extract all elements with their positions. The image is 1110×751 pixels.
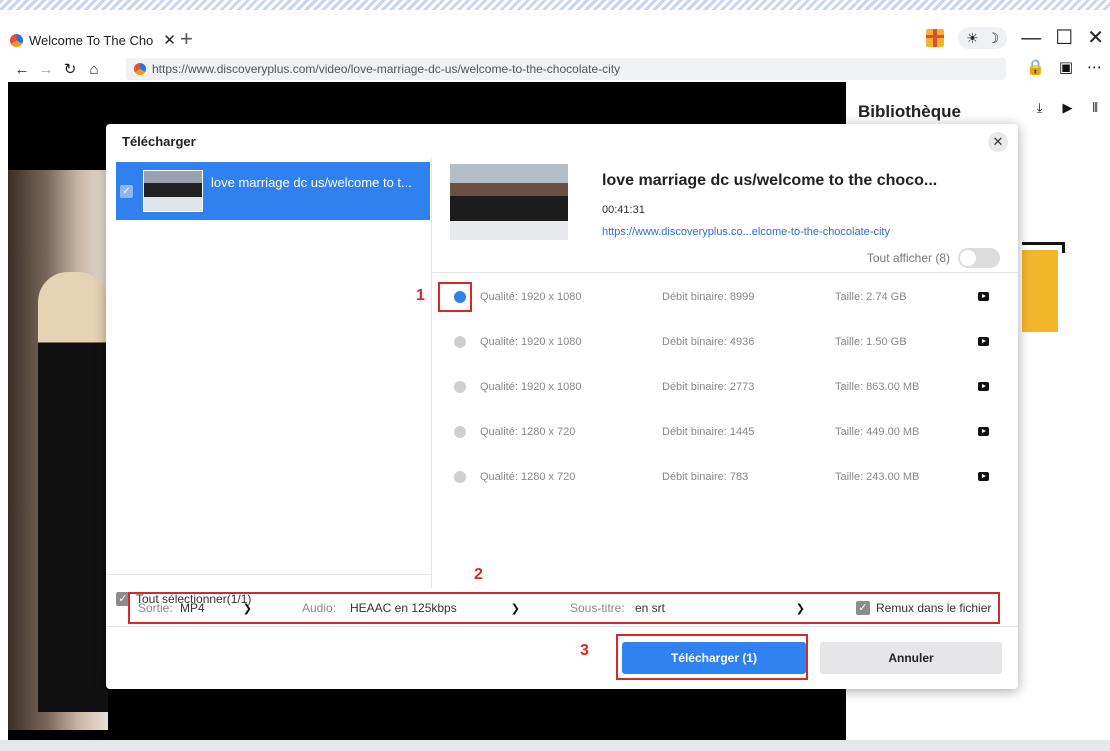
video-format-icon: [978, 472, 989, 481]
status-bar: [0, 740, 1110, 751]
video-format-icon: [978, 292, 989, 301]
quality-radio[interactable]: [454, 470, 466, 483]
bottom-divider: [106, 626, 1018, 627]
theme-toggle[interactable]: ☀ ☽: [958, 27, 1008, 49]
dialog-close-icon[interactable]: ✕: [988, 132, 1008, 152]
annotation-number-2: 2: [474, 566, 483, 583]
size-label: Taille: 243.00 MB: [835, 470, 920, 483]
library-title: Bibliothèque: [858, 102, 961, 121]
size-label: Taille: 863.00 MB: [835, 380, 920, 393]
quality-label: Qualité: 1280 x 720: [480, 425, 576, 438]
annotation-box-2: [128, 592, 1000, 624]
size-label: Taille: 1.50 GB: [835, 335, 907, 348]
video-format-icon: [978, 427, 989, 436]
quality-label: Qualité: 1280 x 720: [480, 470, 576, 483]
url-text: https://www.discoveryplus.com/video/love…: [152, 62, 621, 76]
annotation-number-1: 1: [416, 287, 425, 304]
address-actions: 🔒 ▣ ⋯: [1026, 58, 1102, 76]
quality-option-row[interactable]: Qualité: 1920 x 1080 Débit binaire: 8999 T…: [440, 274, 1010, 319]
download-tab-icon[interactable]: ⤓: [1037, 100, 1043, 116]
back-arrow-icon[interactable]: ←: [10, 61, 34, 78]
browser-tab[interactable]: Welcome To The Cho ✕: [10, 28, 176, 52]
tab-title: Welcome To The Cho: [29, 32, 154, 48]
site-favicon-icon: [10, 33, 23, 47]
maximize-icon[interactable]: ☐: [1055, 27, 1073, 49]
video-tab-icon[interactable]: ▶: [1063, 100, 1073, 116]
url-favicon-icon: [134, 63, 146, 75]
library-tabs: ⤓ ▶ ⫴: [1037, 100, 1098, 116]
left-divider: [106, 574, 432, 575]
url-field[interactable]: https://www.discoveryplus.com/video/love…: [126, 58, 1006, 80]
bitrate-label: Débit binaire: 783: [662, 470, 749, 483]
quality-option-row[interactable]: Qualité: 1920 x 1080 Débit binaire: 2773 T…: [440, 364, 1010, 409]
video-list-panel: ✓ love marriage dc us/welcome to t... ✓ …: [106, 158, 432, 606]
quality-list: Qualité: 1920 x 1080 Débit binaire: 8999 T…: [440, 274, 1010, 499]
sun-icon: ☀: [966, 30, 979, 46]
quality-option-row[interactable]: Qualité: 1920 x 1080 Débit binaire: 4936 T…: [440, 319, 1010, 364]
tab-close-icon[interactable]: ✕: [163, 31, 176, 49]
bitrate-label: Débit binaire: 4936: [662, 335, 755, 348]
item-checkbox[interactable]: ✓: [120, 184, 133, 198]
gift-icon[interactable]: [926, 29, 945, 47]
video-format-icon: [978, 337, 989, 346]
dialog-title: Télécharger: [122, 134, 196, 149]
lock-icon[interactable]: 🔒: [1026, 58, 1045, 76]
annotation-number-3: 3: [580, 642, 589, 659]
extension-icon[interactable]: ▣: [1059, 58, 1073, 76]
close-window-icon[interactable]: ✕: [1087, 27, 1104, 49]
head-divider: [432, 272, 1018, 273]
item-title: love marriage dc us/welcome to t...: [211, 174, 412, 190]
moon-icon: ☽: [986, 30, 1000, 46]
show-all-row: Tout afficher (8): [867, 248, 1000, 268]
detail-thumbnail: [450, 164, 568, 240]
video-list-item[interactable]: ✓ love marriage dc us/welcome to t...: [116, 162, 430, 220]
forward-arrow-icon[interactable]: →: [34, 61, 58, 78]
quality-option-row[interactable]: Qualité: 1280 x 720 Débit binaire: 1445 Ta…: [440, 409, 1010, 454]
show-all-label: Tout afficher (8): [866, 251, 950, 265]
quality-label: Qualité: 1920 x 1080: [480, 380, 582, 393]
show-all-toggle[interactable]: [958, 248, 1000, 268]
bitrate-label: Débit binaire: 1445: [662, 425, 755, 438]
size-label: Taille: 2.74 GB: [835, 290, 907, 303]
annotation-box-1: [438, 282, 472, 312]
size-label: Taille: 449.00 MB: [835, 425, 920, 438]
quality-label: Qualité: 1920 x 1080: [480, 335, 582, 348]
minimize-icon[interactable]: —: [1021, 27, 1041, 49]
bitrate-label: Débit binaire: 8999: [662, 290, 755, 303]
tab-bar: Welcome To The Cho ✕ + ☀ ☽ — ☐ ✕: [0, 10, 1110, 56]
video-person: [38, 272, 108, 712]
detail-title: love marriage dc us/welcome to the choco…: [602, 172, 938, 189]
reload-icon[interactable]: ↻: [58, 60, 82, 78]
detail-duration: 00:41:31: [602, 204, 645, 216]
quality-radio[interactable]: [454, 380, 466, 393]
new-tab-button[interactable]: +: [180, 27, 193, 51]
video-format-icon: [978, 382, 989, 391]
quality-radio[interactable]: [454, 425, 466, 438]
quality-option-row[interactable]: Qualité: 1280 x 720 Débit binaire: 783 Tai…: [440, 454, 1010, 499]
quality-radio[interactable]: [454, 335, 466, 348]
detail-url-link[interactable]: https://www.discoveryplus.co...elcome-to…: [602, 226, 890, 238]
cancel-button[interactable]: Annuler: [820, 642, 1002, 674]
library-illustration: [1022, 242, 1065, 332]
item-thumbnail: [143, 170, 203, 212]
address-bar: ← → ↻ ⌂ https://www.discoveryplus.com/vi…: [0, 56, 1110, 82]
bitrate-label: Débit binaire: 2773: [662, 380, 755, 393]
audio-tab-icon[interactable]: ⫴: [1093, 100, 1098, 116]
annotation-box-3: [616, 634, 808, 680]
more-menu-icon[interactable]: ⋯: [1087, 58, 1102, 76]
home-icon[interactable]: ⌂: [82, 61, 106, 78]
quality-label: Qualité: 1920 x 1080: [480, 290, 582, 303]
top-stripe: [0, 0, 1110, 10]
window-controls: ☀ ☽ — ☐ ✕: [926, 27, 1104, 49]
video-details: love marriage dc us/welcome to the choco…: [450, 164, 1010, 268]
